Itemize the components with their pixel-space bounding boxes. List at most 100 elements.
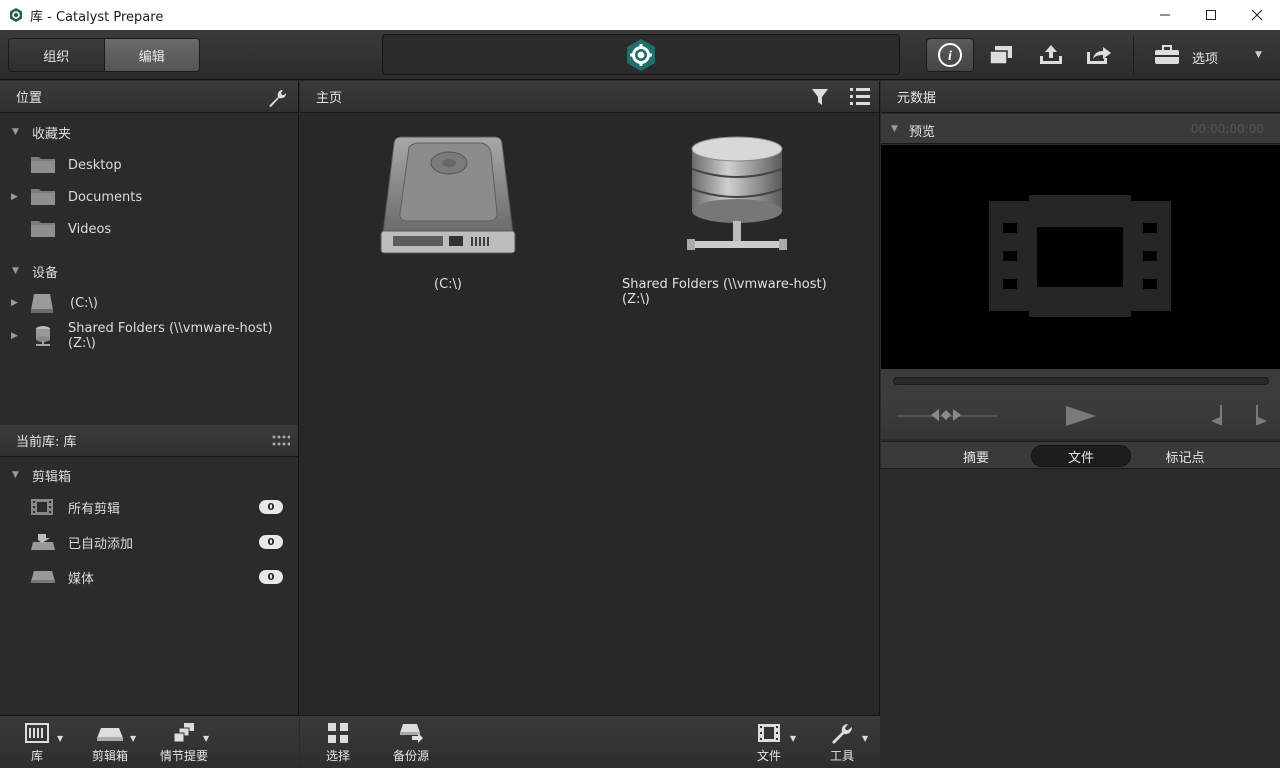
expand-down-icon: ▼ xyxy=(12,266,19,276)
device-tile-label: Shared Folders (\\vmware-host) (Z:\) xyxy=(622,277,827,307)
expand-right-icon[interactable]: ▶ xyxy=(11,298,18,308)
expand-right-icon[interactable]: ▶ xyxy=(11,192,18,202)
windows-button[interactable] xyxy=(984,38,1018,72)
maximize-icon xyxy=(1206,10,1216,20)
favorites-group[interactable]: ▼ 收藏夹 xyxy=(0,118,299,146)
options-dropdown-icon[interactable]: ▼ xyxy=(1255,50,1262,60)
bin-label: 媒体 xyxy=(68,571,95,587)
preview-viewer xyxy=(881,145,1280,369)
file-dropdown-icon[interactable]: ▼ xyxy=(790,734,796,743)
toolbox-icon xyxy=(1155,45,1179,64)
device-tile-c[interactable]: (C:\) xyxy=(378,133,518,292)
file-label: 文件 xyxy=(757,749,782,763)
tab-edit[interactable]: 编辑 xyxy=(104,39,199,71)
device-label: Shared Folders (\\vmware-host) (Z:\) xyxy=(68,321,273,351)
favorites-label: 收藏夹 xyxy=(32,126,72,142)
media-tray-icon xyxy=(31,571,55,583)
favorite-label: Desktop xyxy=(68,157,122,173)
preview-header[interactable]: ▼ 预览 00:00:00:00 xyxy=(881,114,1280,144)
wrench-icon[interactable] xyxy=(266,87,288,109)
left-panel: 位置 ▼ 收藏夹 Desktop ▶ Documents Videos ▼ 设备… xyxy=(0,81,299,768)
storyboard-button[interactable]: 情节提要 xyxy=(160,722,208,764)
mark-out-icon[interactable] xyxy=(1253,405,1267,427)
upload-icon xyxy=(1040,45,1062,64)
home-header: 主页 xyxy=(300,81,879,113)
devices-group[interactable]: ▼ 设备 xyxy=(0,257,299,285)
favorite-item-videos[interactable]: Videos xyxy=(0,215,299,243)
window-title: 库 - Catalyst Prepare xyxy=(30,9,164,25)
windows-stack-icon xyxy=(989,46,1012,65)
options-toolbox-button[interactable] xyxy=(1150,38,1184,72)
device-tile-z[interactable]: Shared Folders (\\vmware-host) (Z:\) xyxy=(622,133,852,307)
scrub-bar[interactable] xyxy=(893,377,1269,385)
location-header: 位置 xyxy=(0,81,298,113)
bins-dropdown-icon[interactable]: ▼ xyxy=(130,734,136,743)
folder-icon xyxy=(31,189,55,205)
share-button[interactable] xyxy=(1082,38,1116,72)
metadata-header: 元数据 xyxy=(881,81,1280,113)
left-bottom-bar: 库 ▼ 剪辑箱 ▼ 情节提要 ▼ xyxy=(0,715,299,768)
preview-label: 预览 xyxy=(909,125,936,140)
device-item-c[interactable]: ▶ (C:\) xyxy=(0,289,299,317)
tab-file[interactable]: 文件 xyxy=(1031,445,1131,467)
select-button[interactable]: 选择 xyxy=(326,722,350,764)
file-button[interactable]: 文件 xyxy=(757,722,781,764)
mode-switch: 组织 编辑 xyxy=(8,38,200,72)
favorite-item-documents[interactable]: ▶ Documents xyxy=(0,183,299,211)
count-badge: 0 xyxy=(259,500,283,514)
bins-button[interactable]: 剪辑箱 xyxy=(92,722,128,764)
favorite-item-desktop[interactable]: Desktop xyxy=(0,151,299,179)
favorite-label: Videos xyxy=(68,221,112,237)
svg-text:i: i xyxy=(948,49,952,64)
storyboard-dropdown-icon[interactable]: ▼ xyxy=(203,734,209,743)
storyboard-icon xyxy=(173,723,194,743)
bins-tray-icon xyxy=(97,728,123,741)
expand-right-icon[interactable]: ▶ xyxy=(11,331,18,341)
bin-item-media[interactable]: 媒体 0 xyxy=(0,563,299,591)
tab-markers[interactable]: 标记点 xyxy=(1135,445,1235,467)
info-icon: i xyxy=(938,43,962,67)
folder-icon xyxy=(31,157,55,173)
bin-item-auto-added[interactable]: 已自动添加 0 xyxy=(0,528,299,556)
metadata-tabs: 摘要 文件 标记点 xyxy=(881,441,1280,469)
upload-button[interactable] xyxy=(1034,38,1068,72)
backup-source-button[interactable]: 备份源 xyxy=(393,722,429,764)
options-label[interactable]: 选项 xyxy=(1192,48,1218,67)
current-library-title: 当前库: 库 xyxy=(16,435,77,450)
maximize-button[interactable] xyxy=(1188,0,1234,30)
count-badge: 0 xyxy=(259,535,283,549)
mark-in-icon[interactable] xyxy=(1211,405,1225,427)
current-library-header: 当前库: 库 xyxy=(0,425,298,457)
folder-icon xyxy=(31,221,55,237)
title-bar: 库 - Catalyst Prepare xyxy=(0,0,1280,30)
filter-icon[interactable] xyxy=(811,88,829,106)
scrub-bar-area xyxy=(881,369,1280,393)
close-button[interactable] xyxy=(1234,0,1280,30)
info-button[interactable]: i xyxy=(926,38,974,72)
tools-label: 工具 xyxy=(830,749,855,763)
list-view-icon[interactable] xyxy=(849,86,871,108)
grip-dots-icon[interactable] xyxy=(272,435,290,447)
tab-organize[interactable]: 组织 xyxy=(9,39,105,71)
play-icon[interactable] xyxy=(1064,404,1098,428)
bin-item-all-clips[interactable]: 所有剪辑 0 xyxy=(0,493,299,521)
hard-drive-icon xyxy=(380,136,516,254)
minimize-button[interactable] xyxy=(1142,0,1188,30)
bins-group[interactable]: ▼ 剪辑箱 xyxy=(0,461,299,489)
count-badge: 0 xyxy=(259,570,283,584)
device-item-z[interactable]: ▶ Shared Folders (\\vmware-host) (Z:\) xyxy=(0,321,299,351)
tools-button[interactable]: 工具 xyxy=(830,722,854,764)
right-panel: 元数据 ▼ 预览 00:00:00:00 摘要 文件 标记点 xyxy=(881,81,1280,768)
jog-shuttle-icon[interactable] xyxy=(931,407,961,423)
app-logo-icon xyxy=(10,8,22,22)
bin-label: 所有剪辑 xyxy=(68,501,121,517)
library-dropdown-icon[interactable]: ▼ xyxy=(57,734,63,743)
bins-label: 剪辑箱 xyxy=(92,749,129,763)
tools-dropdown-icon[interactable]: ▼ xyxy=(862,734,868,743)
library-button[interactable]: 库 xyxy=(24,722,50,764)
home-title: 主页 xyxy=(316,91,343,106)
tools-wrench-icon xyxy=(832,724,852,744)
share-icon xyxy=(1087,47,1111,64)
tab-summary[interactable]: 摘要 xyxy=(926,445,1026,467)
minimize-icon xyxy=(1160,14,1170,16)
